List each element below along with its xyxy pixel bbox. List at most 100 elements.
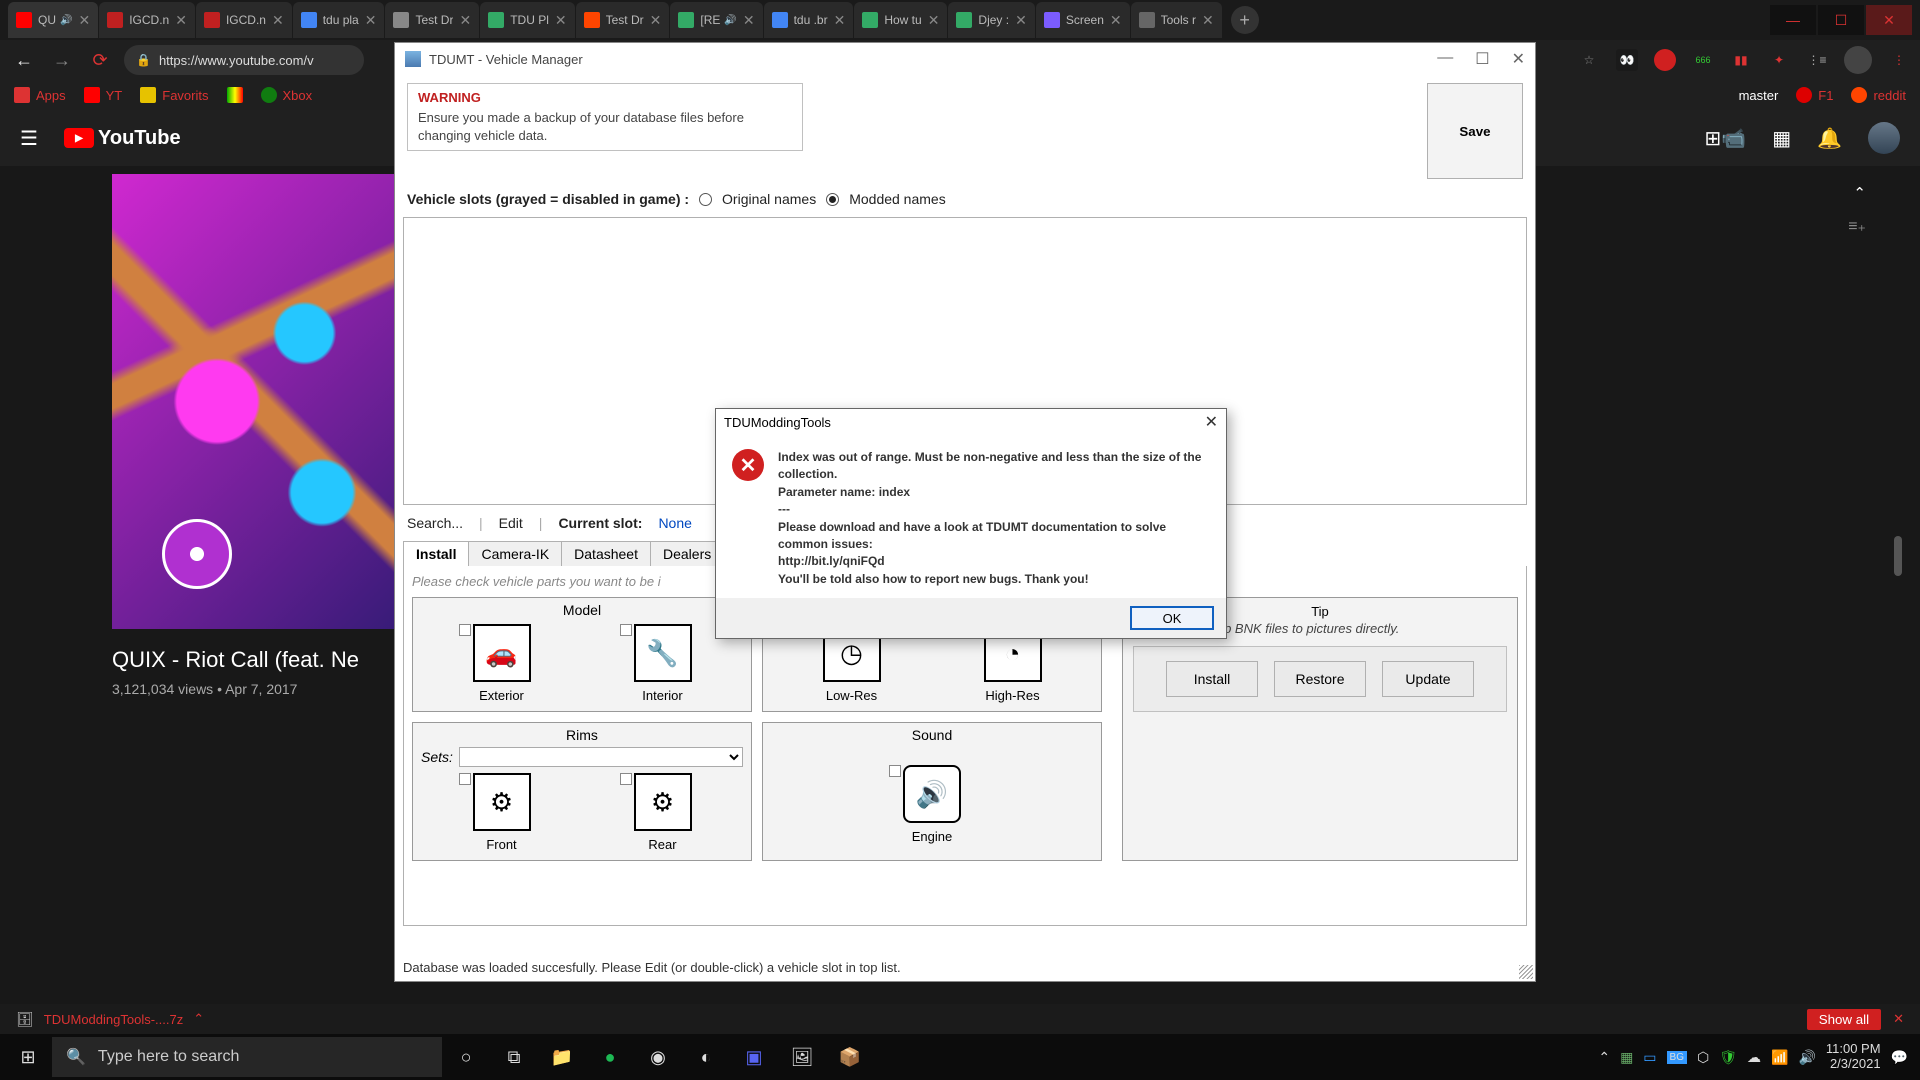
menu-icon[interactable]: ⋮≡ bbox=[1806, 49, 1828, 71]
restore-button[interactable]: Restore bbox=[1274, 661, 1366, 697]
close-button[interactable]: ✕ bbox=[1866, 5, 1912, 35]
browser-tab[interactable]: How tu✕ bbox=[854, 2, 947, 38]
interior-icon[interactable]: 🔧 bbox=[634, 624, 692, 682]
save-button[interactable]: Save bbox=[1427, 83, 1523, 179]
search-link[interactable]: Search... bbox=[407, 515, 463, 531]
back-button[interactable]: ← bbox=[10, 46, 38, 74]
radio-modded[interactable] bbox=[826, 193, 839, 206]
ext-icon-1[interactable]: 👀 bbox=[1616, 49, 1638, 71]
maximize-button[interactable]: ☐ bbox=[1475, 49, 1489, 69]
chrome-icon[interactable]: ◐ bbox=[682, 1037, 730, 1077]
tab-close-icon[interactable]: ✕ bbox=[928, 12, 940, 29]
browser-tab[interactable]: TDU Pl✕ bbox=[480, 2, 574, 38]
browser-tab[interactable]: Test Dr✕ bbox=[576, 2, 670, 38]
tab-close-icon[interactable]: ✕ bbox=[1015, 12, 1027, 29]
tab-close-icon[interactable]: ✕ bbox=[365, 12, 377, 29]
tab-close-icon[interactable]: ✕ bbox=[743, 12, 755, 29]
tab-close-icon[interactable]: ✕ bbox=[555, 12, 567, 29]
install-button[interactable]: Install bbox=[1166, 661, 1258, 697]
extensions-icon[interactable]: ✦ bbox=[1768, 49, 1790, 71]
tray-icon-1[interactable]: ▦ bbox=[1620, 1049, 1633, 1066]
create-icon[interactable]: ⊞📹 bbox=[1705, 126, 1747, 151]
tdumt-titlebar[interactable]: TDUMT - Vehicle Manager — ☐ ✕ bbox=[395, 43, 1535, 75]
browser-tab[interactable]: IGCD.n✕ bbox=[99, 2, 195, 38]
tray-icon-3[interactable]: ⬡ bbox=[1697, 1049, 1709, 1066]
tray-icon-2[interactable]: ▭ bbox=[1643, 1049, 1656, 1066]
forward-button[interactable]: → bbox=[48, 46, 76, 74]
cortana-button[interactable]: ○ bbox=[442, 1037, 490, 1077]
ext-icon-4[interactable]: ▮▮ bbox=[1730, 49, 1752, 71]
tray-lang-icon[interactable]: BG bbox=[1667, 1051, 1687, 1064]
profile-avatar[interactable] bbox=[1844, 46, 1872, 74]
browser-tab[interactable]: IGCD.n✕ bbox=[196, 2, 292, 38]
bookmark-xbox[interactable]: Xbox bbox=[261, 87, 313, 103]
tray-shield-icon[interactable]: 🛡 bbox=[1719, 1049, 1737, 1066]
checkbox-engine[interactable] bbox=[889, 765, 901, 777]
tab-dealers[interactable]: Dealers bbox=[650, 541, 724, 566]
update-button[interactable]: Update bbox=[1382, 661, 1474, 697]
bookmark-apps[interactable]: Apps bbox=[14, 87, 66, 103]
minimize-button[interactable]: — bbox=[1770, 5, 1816, 35]
browser-tab[interactable]: Djey :✕ bbox=[948, 2, 1034, 38]
browser-tab[interactable]: tdu pla✕ bbox=[293, 2, 385, 38]
checkbox-exterior[interactable] bbox=[459, 624, 471, 636]
tab-close-icon[interactable]: ✕ bbox=[834, 12, 846, 29]
youtube-logo[interactable]: ▶ YouTube bbox=[64, 127, 181, 150]
taskbar-clock[interactable]: 11:00 PM 2/3/2021 bbox=[1826, 1042, 1881, 1072]
ext-icon-3[interactable]: 666 bbox=[1692, 49, 1714, 71]
tab-close-icon[interactable]: ✕ bbox=[1202, 12, 1214, 29]
steam-icon[interactable]: ◉ bbox=[634, 1037, 682, 1077]
tray-wifi-icon[interactable]: 📶 bbox=[1771, 1049, 1788, 1066]
apps-icon[interactable]: ▦ bbox=[1772, 126, 1791, 151]
browser-tab[interactable]: Tools r✕ bbox=[1131, 2, 1222, 38]
tab-close-icon[interactable]: ✕ bbox=[1110, 12, 1122, 29]
tab-camera[interactable]: Camera-IK bbox=[468, 541, 562, 566]
scrollbar-thumb[interactable] bbox=[1894, 536, 1902, 576]
tray-chevron-icon[interactable]: ⌃ bbox=[1598, 1049, 1610, 1066]
tab-install[interactable]: Install bbox=[403, 541, 469, 566]
bookmark-play[interactable] bbox=[227, 87, 243, 103]
hamburger-icon[interactable]: ☰ bbox=[20, 126, 44, 150]
spotify-icon[interactable]: ● bbox=[586, 1037, 634, 1077]
tab-datasheet[interactable]: Datasheet bbox=[561, 541, 651, 566]
app-icon-1[interactable]: 🖼 bbox=[778, 1037, 826, 1077]
bookmark-yt[interactable]: YT bbox=[84, 87, 123, 103]
bookmark-reddit[interactable]: reddit bbox=[1851, 87, 1906, 103]
browser-tab[interactable]: Test Dr✕ bbox=[385, 2, 479, 38]
show-all-button[interactable]: Show all bbox=[1807, 1009, 1881, 1030]
radio-original[interactable] bbox=[699, 193, 712, 206]
start-button[interactable]: ⊞ bbox=[4, 1037, 52, 1077]
error-titlebar[interactable]: TDUModdingTools ✕ bbox=[716, 409, 1226, 435]
notifications-icon[interactable]: 💬 bbox=[1891, 1049, 1908, 1066]
tab-close-icon[interactable]: ✕ bbox=[78, 12, 90, 29]
bookmark-f1[interactable]: F1 bbox=[1796, 87, 1833, 103]
ext-icon-2[interactable] bbox=[1654, 49, 1676, 71]
bookmark-master[interactable]: master bbox=[1739, 87, 1779, 103]
minimize-button[interactable]: — bbox=[1437, 49, 1453, 69]
discord-icon[interactable]: ▣ bbox=[730, 1037, 778, 1077]
tray-cloud-icon[interactable]: ☁ bbox=[1747, 1049, 1761, 1066]
close-icon[interactable]: ✕ bbox=[1893, 1011, 1904, 1027]
browser-tab[interactable]: [RE🔊✕ bbox=[670, 2, 762, 38]
url-bar[interactable]: 🔒 https://www.youtube.com/v bbox=[124, 45, 364, 75]
tray-volume-icon[interactable]: 🔊 bbox=[1798, 1049, 1815, 1066]
close-button[interactable]: ✕ bbox=[1512, 49, 1525, 69]
chevron-up-icon[interactable]: ⌃ bbox=[1853, 184, 1866, 202]
tab-close-icon[interactable]: ✕ bbox=[175, 12, 187, 29]
browser-tab[interactable]: QU🔊✕ bbox=[8, 2, 98, 38]
checkbox-rear[interactable] bbox=[620, 773, 632, 785]
checkbox-interior[interactable] bbox=[620, 624, 632, 636]
maximize-button[interactable]: ☐ bbox=[1818, 5, 1864, 35]
download-filename[interactable]: TDUModdingTools-....7z bbox=[44, 1012, 183, 1027]
rear-rim-icon[interactable]: ⚙ bbox=[634, 773, 692, 831]
resize-grip[interactable] bbox=[1519, 965, 1533, 979]
front-rim-icon[interactable]: ⚙ bbox=[473, 773, 531, 831]
bookmark-favorits[interactable]: Favorits bbox=[140, 87, 208, 103]
star-icon[interactable]: ☆ bbox=[1578, 49, 1600, 71]
tab-close-icon[interactable]: ✕ bbox=[650, 12, 662, 29]
chrome-menu-icon[interactable]: ⋮ bbox=[1888, 49, 1910, 71]
rim-sets-dropdown[interactable] bbox=[459, 747, 743, 767]
explorer-icon[interactable]: 📁 bbox=[538, 1037, 586, 1077]
tab-close-icon[interactable]: ✕ bbox=[272, 12, 284, 29]
browser-tab[interactable]: Screen✕ bbox=[1036, 2, 1130, 38]
